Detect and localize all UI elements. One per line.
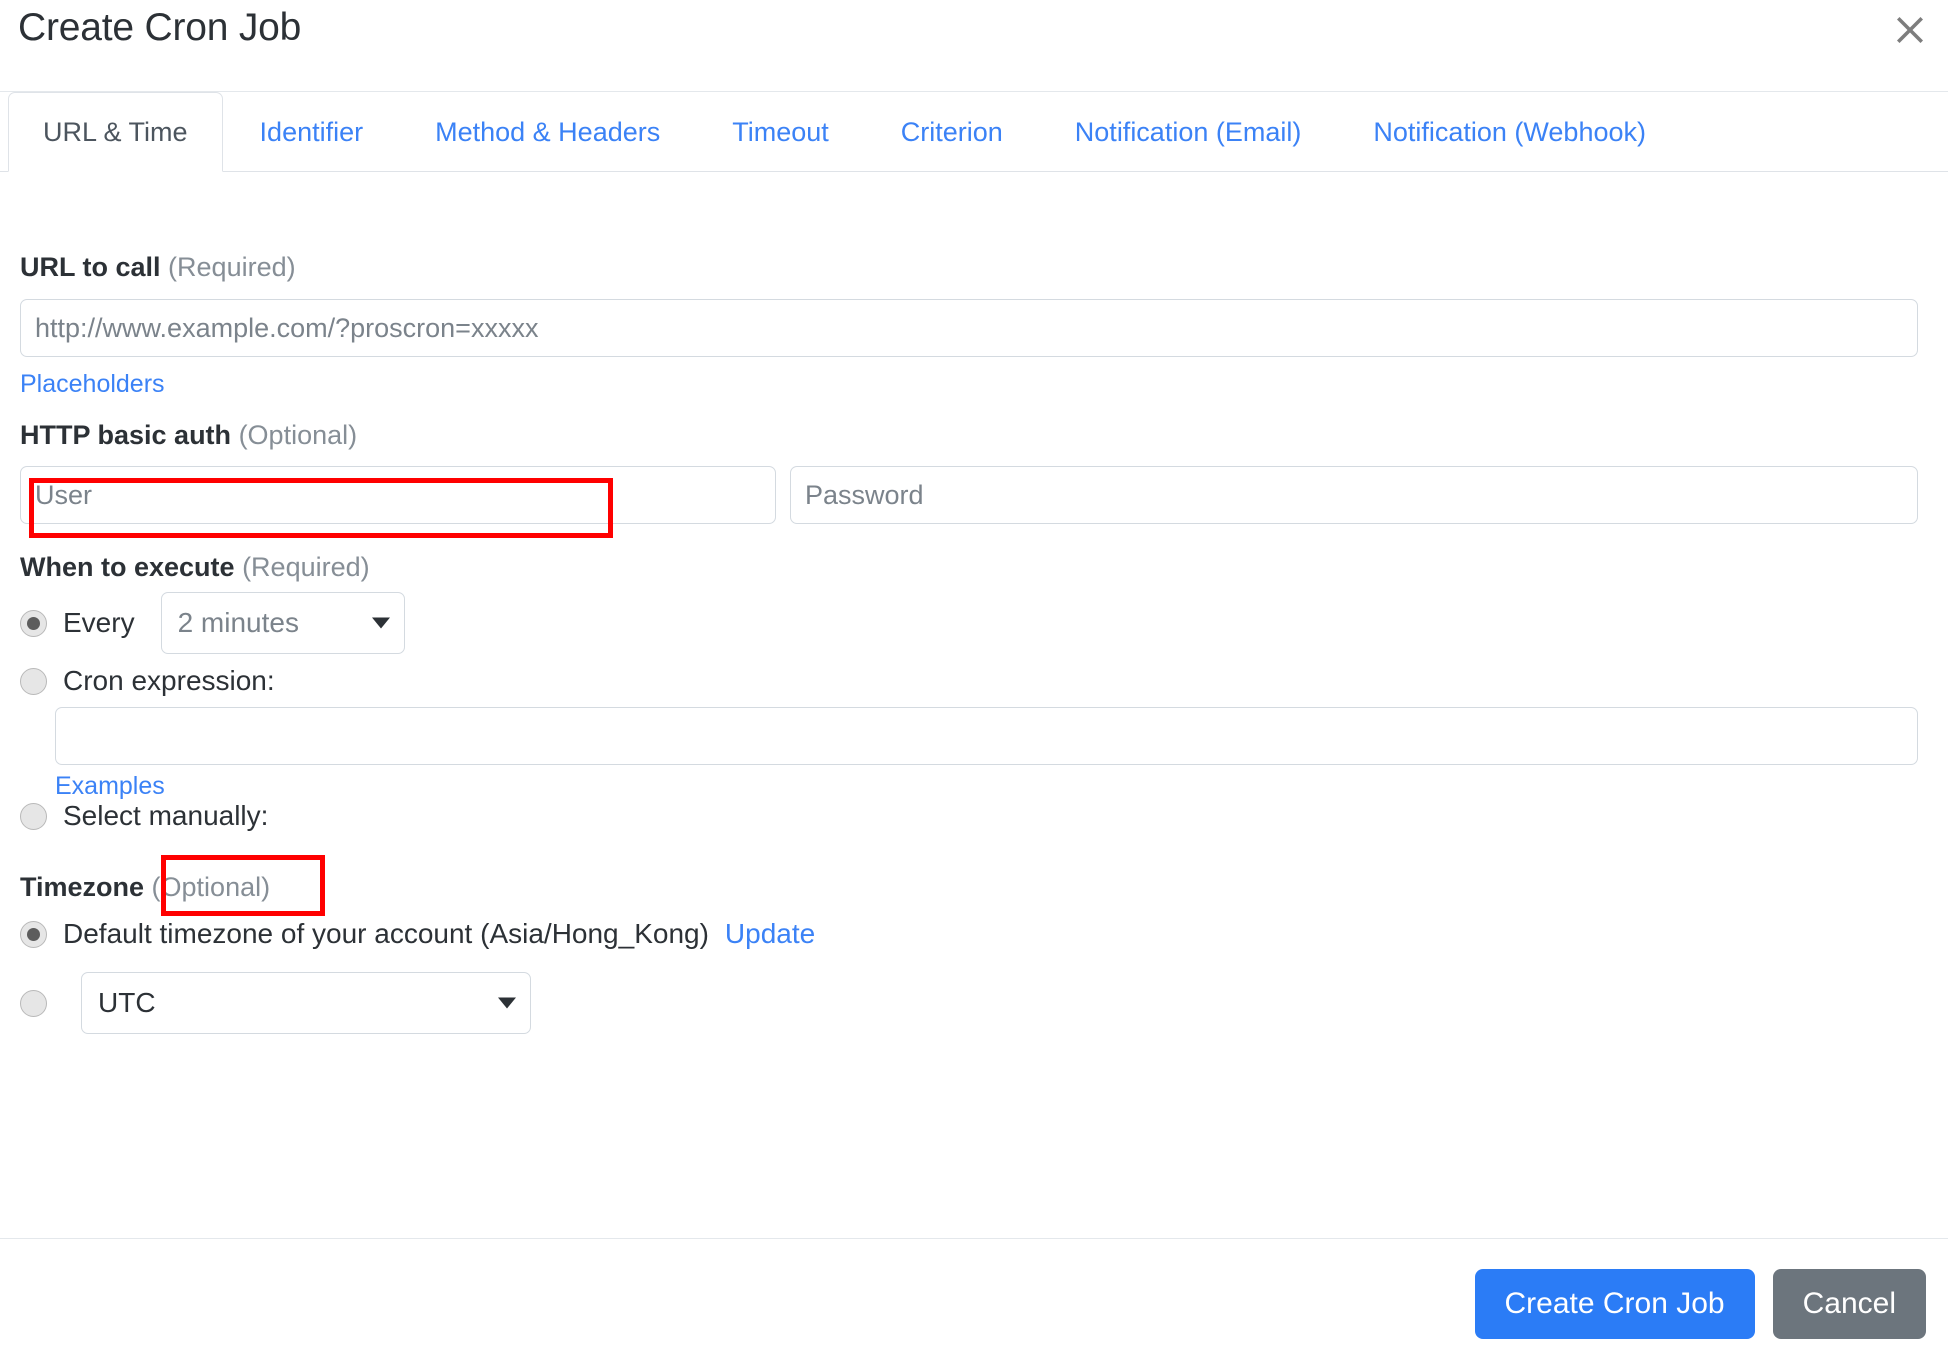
url-label-required: (Required) bbox=[168, 252, 296, 282]
http-basic-auth-label: HTTP basic auth (Optional) bbox=[20, 422, 357, 449]
tab-notification-webhook[interactable]: Notification (Webhook) bbox=[1338, 92, 1681, 172]
dialog-header: Create Cron Job bbox=[0, 0, 1948, 92]
select-manually-label: Select manually: bbox=[63, 800, 269, 831]
radio-timezone-default[interactable] bbox=[20, 920, 47, 948]
timezone-custom-row: UTC bbox=[20, 972, 531, 1034]
schedule-label-required: (Required) bbox=[242, 552, 370, 582]
timezone-default-row: Default timezone of your account (Asia/H… bbox=[20, 918, 815, 950]
close-icon[interactable] bbox=[1888, 8, 1932, 52]
timezone-select[interactable]: UTC bbox=[81, 972, 531, 1034]
timezone-select-value: UTC bbox=[98, 987, 156, 1018]
radio-cron-expression[interactable] bbox=[20, 667, 47, 695]
tab-timeout[interactable]: Timeout bbox=[697, 92, 864, 172]
tab-url-time[interactable]: URL & Time bbox=[8, 92, 223, 172]
auth-label-optional: (Optional) bbox=[238, 420, 358, 450]
radio-timezone-custom[interactable] bbox=[20, 989, 47, 1017]
tab-label: Timeout bbox=[732, 117, 829, 147]
tab-method-headers[interactable]: Method & Headers bbox=[400, 92, 695, 172]
url-label-text: URL to call bbox=[20, 252, 161, 282]
timezone-label-text: Timezone bbox=[20, 872, 145, 902]
cron-expression-label: Cron expression: bbox=[63, 665, 275, 696]
timezone-update-link[interactable]: Update bbox=[725, 918, 815, 950]
url-input[interactable] bbox=[20, 299, 1918, 357]
placeholders-link[interactable]: Placeholders bbox=[20, 370, 165, 398]
tab-label: Method & Headers bbox=[435, 117, 661, 147]
schedule-label-text: When to execute bbox=[20, 552, 235, 582]
create-cron-job-button[interactable]: Create Cron Job bbox=[1474, 1268, 1755, 1339]
examples-link[interactable]: Examples bbox=[55, 772, 165, 800]
tab-notification-email[interactable]: Notification (Email) bbox=[1040, 92, 1337, 172]
dialog-body: URL to call (Required) Placeholders HTTP… bbox=[0, 172, 1948, 1238]
every-interval-select[interactable]: 2 minutes bbox=[160, 592, 405, 654]
schedule-every-row: Every 2 minutes bbox=[20, 592, 405, 654]
tab-label: Notification (Webhook) bbox=[1373, 117, 1646, 147]
schedule-manual-row: Select manually: bbox=[20, 802, 268, 830]
close-glyph bbox=[1897, 17, 1923, 43]
radio-every[interactable] bbox=[20, 609, 47, 637]
schedule-cron-row: Cron expression: bbox=[20, 667, 275, 695]
dialog-footer: Create Cron Job Cancel bbox=[0, 1238, 1948, 1368]
tab-identifier[interactable]: Identifier bbox=[225, 92, 399, 172]
chevron-down-icon bbox=[371, 617, 390, 629]
url-to-call-label: URL to call (Required) bbox=[20, 254, 296, 281]
timezone-label-optional: (Optional) bbox=[151, 872, 271, 902]
tab-bar: URL & Time Identifier Method & Headers Time… bbox=[0, 92, 1948, 172]
cancel-button[interactable]: Cancel bbox=[1772, 1268, 1926, 1339]
chevron-down-icon bbox=[498, 997, 516, 1009]
timezone-label: Timezone (Optional) bbox=[20, 874, 270, 901]
tab-label: Identifier bbox=[259, 117, 364, 147]
timezone-default-label: Default timezone of your account (Asia/H… bbox=[63, 918, 709, 949]
tab-label: Criterion bbox=[900, 117, 1003, 147]
tab-label: Notification (Email) bbox=[1074, 117, 1302, 147]
every-interval-value: 2 minutes bbox=[177, 607, 299, 638]
tab-label: URL & Time bbox=[43, 116, 188, 147]
cron-expression-input[interactable] bbox=[55, 707, 1918, 765]
dialog-title: Create Cron Job bbox=[18, 6, 302, 49]
every-label: Every bbox=[63, 607, 135, 638]
auth-user-input[interactable] bbox=[20, 466, 776, 524]
when-to-execute-label: When to execute (Required) bbox=[20, 554, 370, 581]
auth-label-text: HTTP basic auth bbox=[20, 420, 232, 450]
tab-criterion[interactable]: Criterion bbox=[866, 92, 1038, 172]
radio-select-manually[interactable] bbox=[20, 802, 47, 830]
auth-password-input[interactable] bbox=[790, 466, 1918, 524]
create-cron-job-dialog: Create Cron Job URL & Time Identifier Meth… bbox=[0, 0, 1948, 1368]
